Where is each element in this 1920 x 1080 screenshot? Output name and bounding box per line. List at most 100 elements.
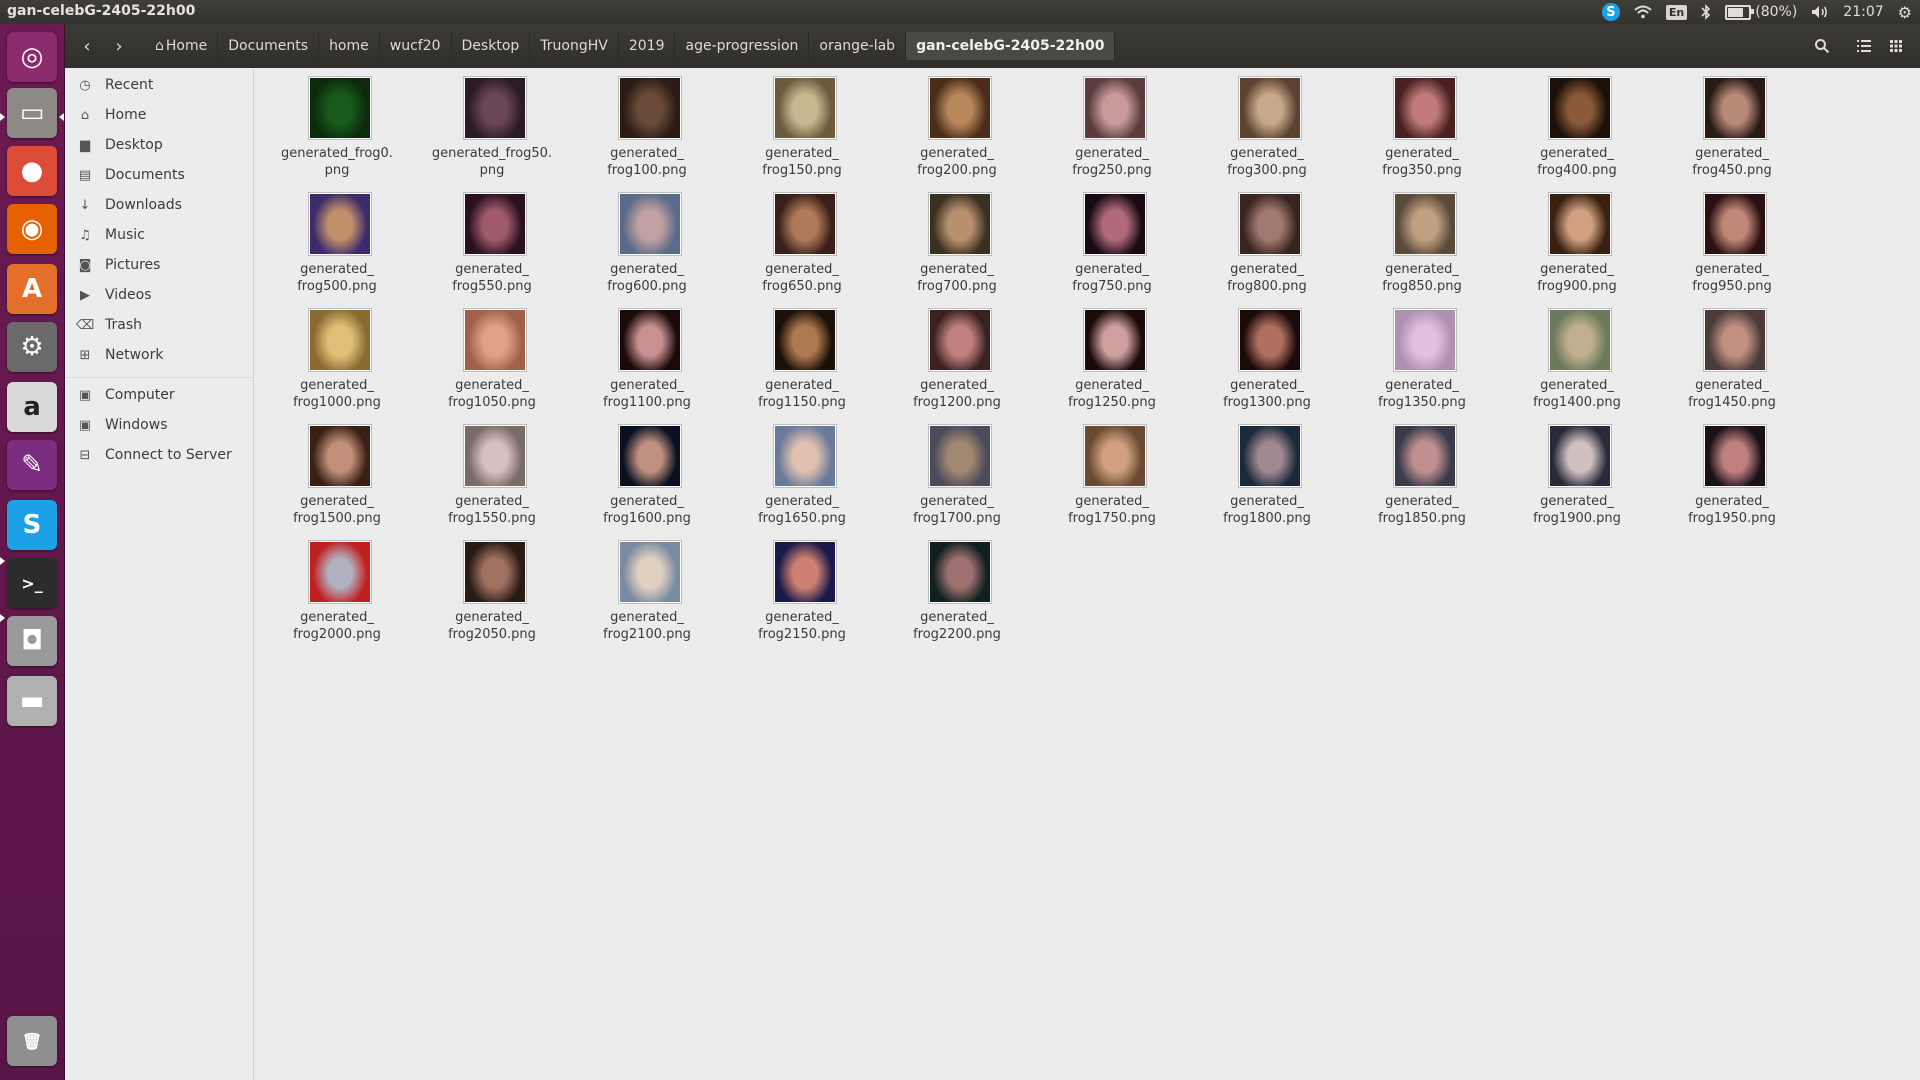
sidebar-item-documents[interactable]: ▤ Documents — [65, 163, 253, 187]
file-item[interactable]: generated_ frog1950.png — [1667, 416, 1797, 526]
trash-icon[interactable]: 🗑 — [7, 1016, 57, 1066]
file-item[interactable]: generated_ frog1500.png — [272, 416, 402, 526]
file-item[interactable]: generated_ frog550.png — [427, 184, 557, 294]
file-item[interactable]: generated_ frog1100.png — [582, 300, 712, 410]
forward-button[interactable]: › — [105, 32, 133, 60]
file-item[interactable]: generated_ frog2150.png — [737, 532, 867, 642]
ubuntu-dash-icon[interactable]: ◎ — [7, 32, 57, 82]
file-item[interactable]: generated_ frog700.png — [892, 184, 1022, 294]
file-item[interactable]: generated_ frog350.png — [1357, 68, 1487, 178]
file-item[interactable]: generated_ frog600.png — [582, 184, 712, 294]
sidebar-item-home[interactable]: ⌂ Home — [65, 103, 253, 127]
sidebar-item-label: Pictures — [105, 257, 161, 273]
file-item[interactable]: generated_ frog1600.png — [582, 416, 712, 526]
screenshot-icon[interactable]: ◘ — [7, 616, 57, 666]
file-item[interactable]: generated_ frog950.png — [1667, 184, 1797, 294]
back-button[interactable]: ‹ — [73, 32, 101, 60]
breadcrumb-item-desktop[interactable]: Desktop — [452, 32, 531, 60]
sidebar-item-computer[interactable]: ▣ Computer — [65, 383, 253, 407]
breadcrumb-item-gan-celebg-2405-22h00[interactable]: gan-celebG-2405-22h00 — [906, 32, 1116, 60]
file-item[interactable]: generated_ frog650.png — [737, 184, 867, 294]
file-item[interactable]: generated_ frog150.png — [737, 68, 867, 178]
sidebar-item-music[interactable]: ♫ Music — [65, 223, 253, 247]
breadcrumb-item-truonghv[interactable]: TruongHV — [530, 32, 619, 60]
search-button[interactable] — [1808, 32, 1836, 60]
sidebar-item-windows[interactable]: ▣ Windows — [65, 413, 253, 437]
file-item[interactable]: generated_ frog1650.png — [737, 416, 867, 526]
breadcrumb-item-wucf20[interactable]: wucf20 — [380, 32, 452, 60]
file-item[interactable]: generated_ frog2100.png — [582, 532, 712, 642]
sidebar-item-trash[interactable]: ⌫ Trash — [65, 313, 253, 337]
sidebar-item-recent[interactable]: ◷ Recent — [65, 73, 253, 97]
grid-view-button[interactable] — [1882, 32, 1910, 60]
file-item[interactable]: generated_ frog1750.png — [1047, 416, 1177, 526]
file-item[interactable]: generated_ frog750.png — [1047, 184, 1177, 294]
file-item[interactable]: generated_frog0. png — [272, 68, 402, 178]
file-item[interactable]: generated_ frog1550.png — [427, 416, 557, 526]
file-item[interactable]: generated_ frog2200.png — [892, 532, 1022, 642]
breadcrumb-item-home[interactable]: ⌂ Home — [145, 32, 219, 60]
sidebar-item-pictures[interactable]: ◙ Pictures — [65, 253, 253, 277]
file-item[interactable]: generated_ frog1850.png — [1357, 416, 1487, 526]
breadcrumb-item-home[interactable]: home — [319, 32, 380, 60]
file-item[interactable]: generated_ frog1900.png — [1512, 416, 1642, 526]
system-settings-icon[interactable]: ⚙ — [7, 322, 57, 372]
file-item[interactable]: generated_ frog1250.png — [1047, 300, 1177, 410]
file-item[interactable]: generated_ frog2000.png — [272, 532, 402, 642]
file-item[interactable]: generated_ frog2050.png — [427, 532, 557, 642]
file-item[interactable]: generated_ frog500.png — [272, 184, 402, 294]
breadcrumb-item-age-progression[interactable]: age-progression — [675, 32, 810, 60]
image-thumbnail — [1393, 308, 1457, 372]
file-item[interactable]: generated_ frog1150.png — [737, 300, 867, 410]
amazon-icon[interactable]: a — [7, 382, 57, 432]
chrome-icon[interactable]: ● — [7, 146, 57, 196]
file-item[interactable]: generated_ frog900.png — [1512, 184, 1642, 294]
sidebar-item-connect-to-server[interactable]: ⊟ Connect to Server — [65, 443, 253, 467]
file-icon-view[interactable]: generated_frog0. png generated_frog50. pn… — [254, 68, 1920, 1080]
volume-icon[interactable] — [1811, 5, 1829, 19]
list-view-button[interactable] — [1850, 32, 1878, 60]
file-item[interactable]: generated_ frog1700.png — [892, 416, 1022, 526]
file-item[interactable]: generated_ frog1000.png — [272, 300, 402, 410]
file-item[interactable]: generated_ frog300.png — [1202, 68, 1332, 178]
breadcrumb-item-orange-lab[interactable]: orange-lab — [809, 32, 907, 60]
battery-indicator[interactable]: (80%) — [1725, 4, 1797, 20]
sidebar-item-videos[interactable]: ▶ Videos — [65, 283, 253, 307]
face-image — [1705, 194, 1765, 254]
software-center-icon[interactable]: A — [7, 264, 57, 314]
keyboard-layout-indicator[interactable]: En — [1665, 4, 1688, 20]
clock[interactable]: 21:07 — [1843, 4, 1883, 20]
file-item[interactable]: generated_ frog400.png — [1512, 68, 1642, 178]
file-item[interactable]: generated_frog50. png — [427, 68, 557, 178]
file-item[interactable]: generated_ frog1400.png — [1512, 300, 1642, 410]
sidebar-item-desktop[interactable]: ▆ Desktop — [65, 133, 253, 157]
terminal-icon[interactable]: >_ — [7, 558, 57, 608]
chevron-right-icon: › — [115, 35, 123, 57]
file-item[interactable]: generated_ frog850.png — [1357, 184, 1487, 294]
files-icon[interactable]: ▭ — [7, 88, 57, 138]
wifi-icon[interactable] — [1634, 5, 1652, 19]
sidebar-item-network[interactable]: ⊞ Network — [65, 343, 253, 367]
top-panel: gan-celebG-2405-22h00 S En (80%) 21:07 ⚙ — [0, 0, 1920, 24]
file-item[interactable]: generated_ frog1350.png — [1357, 300, 1487, 410]
file-item[interactable]: generated_ frog1800.png — [1202, 416, 1332, 526]
breadcrumb-item-documents[interactable]: Documents — [218, 32, 320, 60]
firefox-icon[interactable]: ◉ — [7, 204, 57, 254]
file-item[interactable]: generated_ frog200.png — [892, 68, 1022, 178]
file-item[interactable]: generated_ frog450.png — [1667, 68, 1797, 178]
file-item[interactable]: generated_ frog1300.png — [1202, 300, 1332, 410]
skype-icon[interactable]: S — [7, 500, 57, 550]
drive-icon[interactable]: ▬ — [7, 676, 57, 726]
file-item[interactable]: generated_ frog800.png — [1202, 184, 1332, 294]
file-item[interactable]: generated_ frog1050.png — [427, 300, 557, 410]
sidebar-item-downloads[interactable]: ↓ Downloads — [65, 193, 253, 217]
file-item[interactable]: generated_ frog1200.png — [892, 300, 1022, 410]
file-item[interactable]: generated_ frog1450.png — [1667, 300, 1797, 410]
bluetooth-icon[interactable] — [1701, 4, 1711, 20]
libreoffice-draw-icon[interactable]: ✎ — [7, 440, 57, 490]
file-item[interactable]: generated_ frog250.png — [1047, 68, 1177, 178]
skype-indicator[interactable]: S — [1601, 3, 1620, 21]
breadcrumb-item-2019[interactable]: 2019 — [619, 32, 676, 60]
session-gear-icon[interactable]: ⚙ — [1898, 3, 1912, 22]
file-item[interactable]: generated_ frog100.png — [582, 68, 712, 178]
